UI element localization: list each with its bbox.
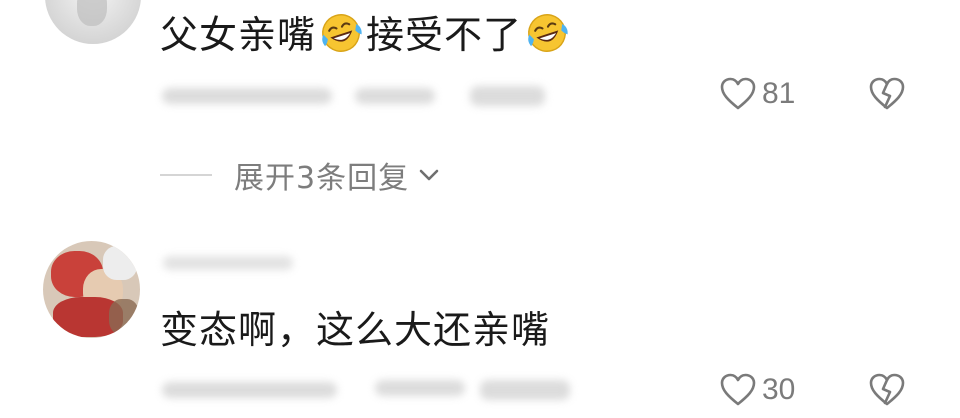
dislike-button[interactable] [866, 74, 908, 118]
comment-text: 父女亲嘴 接受不了 [160, 10, 572, 58]
reply-button-blurred[interactable] [480, 380, 570, 400]
broken-heart-icon [869, 373, 905, 406]
comment-text-part: 父女亲嘴 [160, 13, 317, 57]
divider-line [160, 174, 212, 176]
avatar[interactable] [45, 0, 141, 44]
avatar[interactable] [43, 241, 140, 338]
comment-text: 变态啊，这么大还亲嘴 [160, 308, 551, 352]
heart-icon [720, 373, 756, 406]
broken-heart-icon [869, 77, 905, 110]
like-count: 81 [762, 77, 796, 110]
comment-text-part: 接受不了 [366, 13, 523, 57]
heart-icon [720, 77, 756, 110]
comment-meta-blurred [375, 380, 465, 396]
rofl-emoji-icon [528, 14, 568, 52]
comment-meta-blurred [162, 88, 332, 104]
username-blurred [163, 256, 293, 270]
rofl-emoji-icon [322, 14, 362, 52]
like-button[interactable]: 30 [718, 370, 795, 410]
dislike-button[interactable] [866, 370, 908, 414]
expand-replies-label: 展开3条回复 [234, 161, 410, 196]
comment-meta-blurred [162, 382, 337, 398]
like-button[interactable]: 81 [718, 74, 795, 114]
expand-replies-button[interactable]: 展开3条回复 [160, 152, 441, 198]
comment-meta-blurred [355, 88, 435, 104]
chevron-down-icon [419, 169, 439, 181]
reply-button-blurred[interactable] [470, 86, 545, 106]
like-count: 30 [762, 373, 796, 406]
